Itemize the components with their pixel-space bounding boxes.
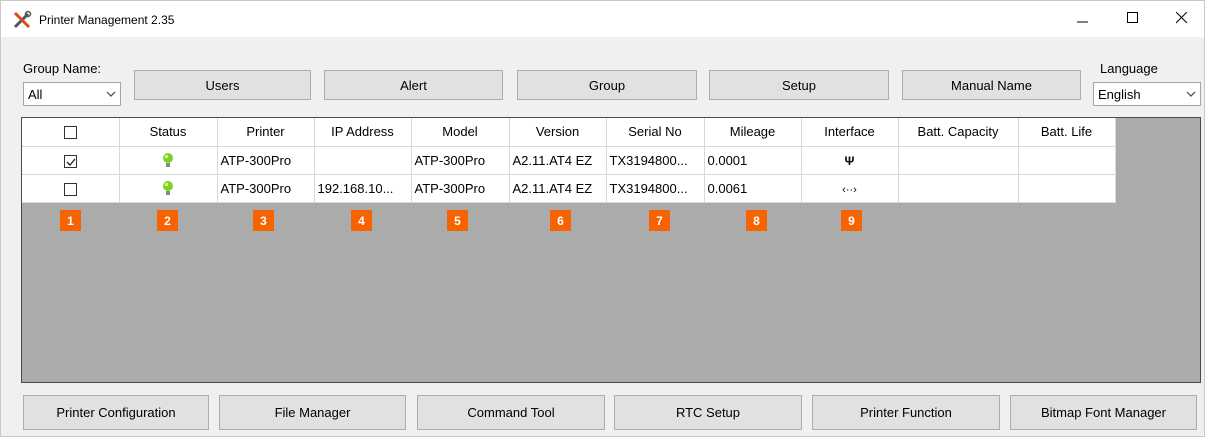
users-button[interactable]: Users (134, 70, 311, 100)
status-bulb-icon (163, 153, 173, 168)
column-header-interface[interactable]: Interface (801, 118, 899, 147)
usb-icon: Ψ (844, 153, 855, 168)
checkmark-icon (66, 158, 76, 166)
batt-life-cell (1018, 146, 1116, 175)
column-header-batt-life[interactable]: Batt. Life (1018, 118, 1116, 147)
column-header-mileage[interactable]: Mileage (704, 118, 802, 147)
row-select-cell[interactable] (22, 174, 120, 203)
file-manager-button[interactable]: File Manager (219, 395, 406, 430)
interface-cell: ‹··› (801, 174, 899, 203)
minimize-icon (1077, 21, 1088, 23)
chevron-down-icon (106, 91, 116, 97)
serial-no-cell: TX3194800... (606, 174, 705, 203)
select-all-checkbox[interactable] (63, 126, 77, 140)
batt-capacity-cell (898, 174, 1019, 203)
serial-no-cell: TX3194800... (606, 146, 705, 175)
callout-badge-8: 8 (746, 210, 767, 231)
network-icon: ‹··› (842, 183, 857, 196)
language-label: Language (1100, 61, 1158, 76)
group-name-select[interactable]: All (23, 82, 121, 106)
status-cell (119, 146, 218, 175)
table-header-row: Status Printer IP Address Model Version … (22, 118, 1116, 147)
close-button[interactable] (1159, 1, 1205, 35)
table-row[interactable]: ATP-300Pro 192.168.10... ATP-300Pro A2.1… (22, 174, 1116, 203)
group-name-value: All (28, 86, 43, 102)
interface-cell: Ψ (801, 146, 899, 175)
column-header-status[interactable]: Status (119, 118, 218, 147)
printer-cell: ATP-300Pro (217, 174, 315, 203)
version-cell: A2.11.AT4 EZ (509, 146, 607, 175)
column-header-serial-no[interactable]: Serial No (606, 118, 705, 147)
language-value: English (1098, 86, 1141, 102)
close-icon (1176, 12, 1188, 24)
rtc-setup-button[interactable]: RTC Setup (614, 395, 802, 430)
printer-configuration-button[interactable]: Printer Configuration (23, 395, 209, 430)
status-cell (119, 174, 218, 203)
chevron-down-icon (1186, 91, 1196, 97)
row-checkbox[interactable] (63, 182, 77, 196)
maximize-button[interactable] (1110, 1, 1156, 35)
setup-button[interactable]: Setup (709, 70, 889, 100)
select-all-header[interactable] (22, 118, 120, 147)
ip-address-cell (314, 146, 412, 175)
column-header-version[interactable]: Version (509, 118, 607, 147)
printer-function-button[interactable]: Printer Function (812, 395, 1000, 430)
printer-table: Status Printer IP Address Model Version … (22, 118, 1116, 203)
column-header-ip-address[interactable]: IP Address (314, 118, 412, 147)
title-bar: Printer Management 2.35 (1, 1, 1204, 37)
row-checkbox-checked[interactable] (63, 154, 77, 168)
column-header-model[interactable]: Model (411, 118, 510, 147)
callout-badge-7: 7 (649, 210, 670, 231)
model-cell: ATP-300Pro (411, 146, 510, 175)
command-tool-button[interactable]: Command Tool (417, 395, 605, 430)
manual-name-button[interactable]: Manual Name (902, 70, 1081, 100)
model-cell: ATP-300Pro (411, 174, 510, 203)
printer-cell: ATP-300Pro (217, 146, 315, 175)
batt-life-cell (1018, 174, 1116, 203)
callout-badge-3: 3 (253, 210, 274, 231)
batt-capacity-cell (898, 146, 1019, 175)
group-name-label: Group Name: (23, 61, 102, 76)
status-bulb-icon (163, 181, 173, 196)
callout-badge-6: 6 (550, 210, 571, 231)
callout-badge-1: 1 (60, 210, 81, 231)
mileage-cell: 0.0001 (704, 146, 802, 175)
callout-badge-2: 2 (157, 210, 178, 231)
window-title: Printer Management 2.35 (39, 13, 175, 27)
ip-address-cell: 192.168.10... (314, 174, 412, 203)
printer-management-window: Printer Management 2.35 Group Name: All … (0, 0, 1205, 437)
tools-icon (13, 10, 32, 29)
row-select-cell[interactable] (22, 146, 120, 175)
column-header-batt-capacity[interactable]: Batt. Capacity (898, 118, 1019, 147)
alert-button[interactable]: Alert (324, 70, 503, 100)
language-select[interactable]: English (1093, 82, 1201, 106)
column-header-printer[interactable]: Printer (217, 118, 315, 147)
callout-badge-5: 5 (447, 210, 468, 231)
bitmap-font-manager-button[interactable]: Bitmap Font Manager (1010, 395, 1197, 430)
callout-badge-4: 4 (351, 210, 372, 231)
mileage-cell: 0.0061 (704, 174, 802, 203)
maximize-icon (1127, 12, 1138, 23)
minimize-button[interactable] (1060, 1, 1106, 35)
printer-grid: Status Printer IP Address Model Version … (21, 117, 1201, 383)
callout-badge-9: 9 (841, 210, 862, 231)
group-button[interactable]: Group (517, 70, 697, 100)
table-row[interactable]: ATP-300Pro ATP-300Pro A2.11.AT4 EZ TX319… (22, 146, 1116, 175)
version-cell: A2.11.AT4 EZ (509, 174, 607, 203)
